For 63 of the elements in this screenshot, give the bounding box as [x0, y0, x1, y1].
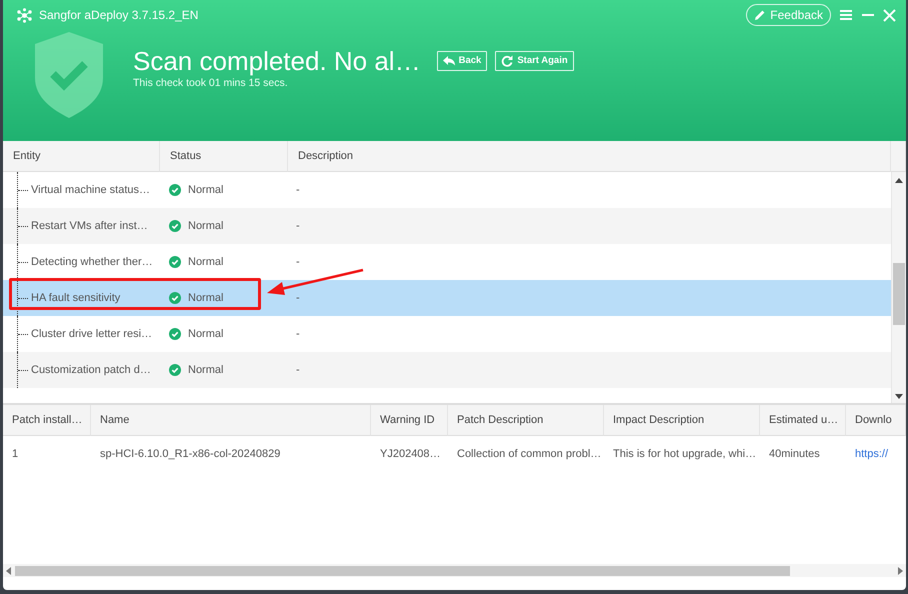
table-cell-text: Normal: [188, 254, 224, 270]
table-cell-text: Detecting whether ther…: [31, 254, 153, 270]
check-circle-icon: [169, 328, 181, 340]
scrollbar-corner: [891, 141, 906, 172]
check-circle-icon: [169, 364, 181, 376]
column-header[interactable]: Estimated u…: [760, 405, 846, 436]
table-cell-text: Customization patch d…: [31, 362, 151, 378]
check-circle-icon: [169, 292, 181, 304]
check-circle-icon: [169, 184, 181, 196]
table-row[interactable]: HA fault sensitivity Normal -: [3, 280, 891, 316]
table-cell: -: [296, 220, 300, 232]
table-cell-text: Cluster drive letter resi…: [31, 326, 152, 342]
back-arrow-icon: [442, 56, 455, 66]
column-header[interactable]: Patch Description: [448, 405, 604, 436]
table-cell: -: [296, 184, 300, 196]
vertical-scrollbar[interactable]: [891, 172, 906, 403]
download-link[interactable]: https://: [855, 446, 888, 462]
refresh-icon: [501, 55, 514, 67]
table-cell-text: 1: [12, 446, 18, 462]
horizontal-scrollbar[interactable]: [3, 564, 906, 577]
scroll-left-icon[interactable]: [6, 566, 11, 574]
close-icon[interactable]: [883, 8, 896, 22]
scrollbar-thumb[interactable]: [893, 263, 905, 325]
table-cell: -: [296, 328, 300, 340]
table-cell: -: [296, 292, 300, 304]
table-cell: -: [296, 364, 300, 376]
column-header[interactable]: Impact Description: [604, 405, 760, 436]
table-cell-text: YJ202408…: [380, 446, 441, 462]
table-row[interactable]: Restart VMs after inst… Normal -: [3, 208, 891, 244]
duration-text: This check took 01 mins 15 secs.: [133, 76, 289, 91]
table-cell-text: sp-HCI-6.10.0_R1-x86-col-20240829: [100, 446, 280, 462]
window-title: Sangfor aDeploy 3.7.15.2_EN: [39, 7, 198, 24]
result-heading: Scan completed. No al…: [133, 46, 421, 76]
check-circle-icon: [169, 220, 181, 232]
table-cell-text: Normal: [188, 326, 224, 342]
table-cell: -: [296, 256, 300, 268]
scroll-up-icon[interactable]: [895, 178, 903, 183]
table-cell-text: Collection of common probl…: [457, 446, 602, 462]
column-header[interactable]: Downlo: [846, 405, 906, 436]
table-row[interactable]: Detecting whether ther… Normal -: [3, 244, 891, 280]
scroll-right-icon[interactable]: [898, 566, 903, 574]
table-cell-text: 40minutes: [769, 446, 820, 462]
column-header[interactable]: Warning ID: [371, 405, 448, 436]
table-cell-text: Normal: [188, 362, 224, 378]
scrollbar-thumb[interactable]: [15, 566, 790, 576]
scroll-down-icon[interactable]: [895, 394, 903, 399]
table-cell-text: Normal: [188, 218, 224, 234]
column-header[interactable]: Status: [160, 141, 288, 172]
logo-icon: [16, 8, 33, 22]
menu-icon[interactable]: [839, 9, 853, 21]
column-header[interactable]: Description: [288, 141, 891, 172]
table-cell-text: Normal: [188, 182, 224, 198]
table-cell-text: Virtual machine status…: [31, 182, 150, 198]
column-header[interactable]: Entity: [3, 141, 160, 172]
table-row[interactable]: Customization patch d… Normal -: [3, 352, 891, 388]
table-cell-text: This is for hot upgrade, whi…: [613, 446, 756, 462]
table-cell-text: HA fault sensitivity: [31, 290, 120, 306]
table-cell-text: Restart VMs after inst…: [31, 218, 148, 234]
pencil-icon: [754, 9, 766, 21]
table-cell-text: Normal: [188, 290, 224, 306]
column-header[interactable]: Patch install…: [3, 405, 91, 436]
column-header[interactable]: Name: [91, 405, 371, 436]
check-circle-icon: [169, 256, 181, 268]
